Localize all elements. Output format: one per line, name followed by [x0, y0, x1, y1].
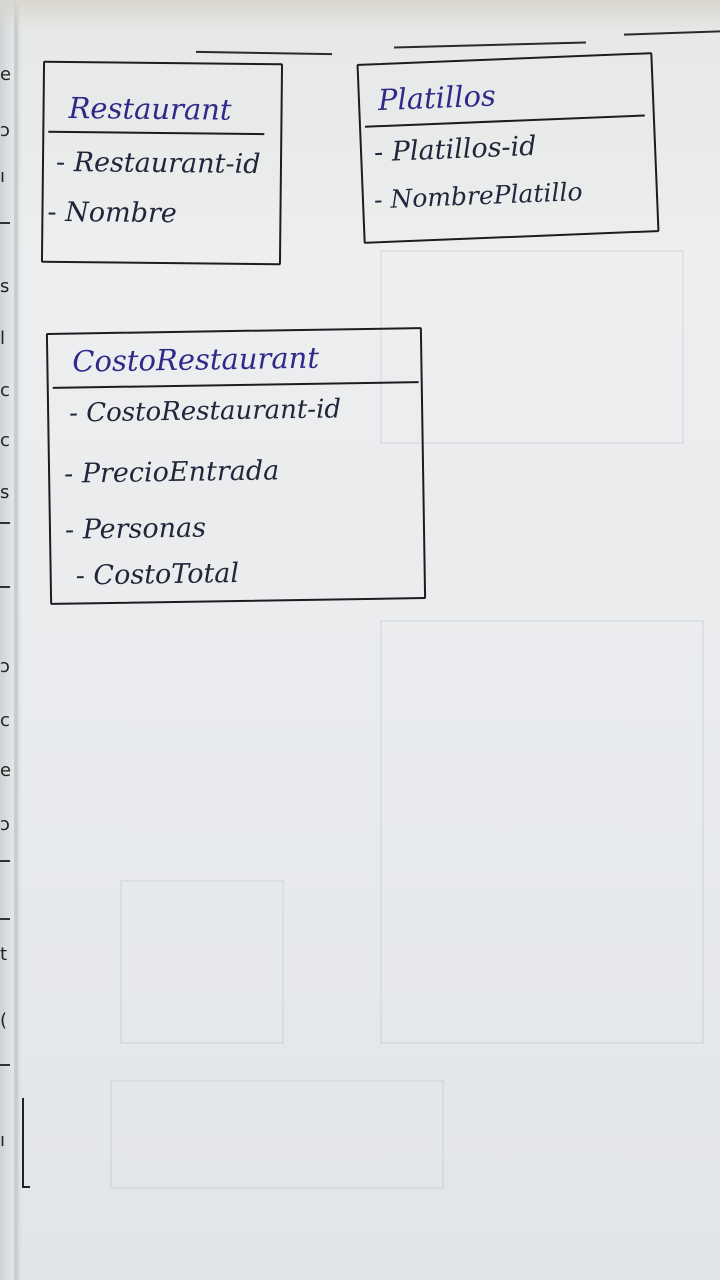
margin-dash	[0, 860, 10, 862]
margin-mark: e	[0, 760, 12, 781]
bleed-through-box	[120, 880, 284, 1044]
title-separator	[52, 381, 419, 389]
margin-mark: (	[0, 1010, 8, 1031]
attribute-label: PrecioEntrada	[81, 455, 280, 490]
margin-mark: c	[0, 430, 10, 451]
margin-mark: ɔ	[0, 656, 10, 677]
attribute-row: - CostoRestaurant-id	[69, 394, 341, 428]
margin-mark: e	[0, 64, 12, 85]
page-top-strip	[0, 0, 720, 30]
attribute-label: Platillos-id	[391, 130, 538, 168]
margin-mark: t	[0, 944, 8, 965]
attribute-label: NombrePlatillo	[389, 177, 583, 214]
margin-dash	[0, 522, 10, 524]
attribute-dash: -	[63, 458, 83, 490]
title-separator	[364, 114, 645, 128]
margin-mark: c	[0, 710, 10, 731]
entity-platillos: Platillos - Platillos-id - NombrePlatill…	[356, 52, 660, 244]
margin-bracket	[22, 1098, 30, 1188]
attribute-row: - Platillos-id	[373, 131, 537, 168]
attribute-row: - CostoTotal	[75, 558, 239, 592]
entity-title: Restaurant	[68, 91, 232, 127]
entity-title: CostoRestaurant	[72, 340, 320, 379]
attribute-row: - Restaurant-id	[56, 147, 261, 180]
margin-dash	[0, 586, 10, 588]
margin-dash	[0, 222, 10, 224]
margin-mark: ı	[0, 166, 6, 187]
margin-mark: s	[0, 482, 10, 503]
attribute-dash: -	[75, 560, 94, 592]
margin-dash	[0, 918, 10, 920]
bleed-through-box	[380, 250, 684, 444]
attribute-dash: -	[64, 514, 83, 546]
attribute-label: CostoTotal	[93, 557, 240, 592]
entity-costo-restaurant: CostoRestaurant - CostoRestaurant-id - P…	[45, 327, 427, 605]
attribute-dash: -	[47, 196, 66, 228]
attribute-dash: -	[373, 136, 393, 169]
bleed-through-box	[110, 1080, 444, 1189]
entity-title: Platillos	[377, 78, 497, 118]
attribute-row: - NombrePlatillo	[373, 177, 583, 214]
margin-mark: c	[0, 380, 10, 401]
attribute-row: - PrecioEntrada	[64, 455, 280, 489]
attribute-row: - Personas	[65, 512, 206, 545]
margin-mark: ɔ	[0, 814, 10, 835]
margin-mark: ı	[0, 1130, 6, 1151]
bleed-through-box	[380, 620, 704, 1044]
title-separator	[48, 130, 265, 136]
attribute-dash: -	[55, 146, 74, 179]
page-edge-shadow	[14, 0, 22, 1280]
margin-mark: s	[0, 276, 10, 297]
attribute-label: Nombre	[65, 196, 178, 230]
attribute-dash: -	[68, 398, 87, 429]
entity-restaurant: Restaurant - Restaurant-id - Nombre	[40, 60, 284, 266]
margin-mark: ɔ	[0, 120, 10, 141]
attribute-label: CostoRestaurant-id	[85, 394, 342, 429]
attribute-dash: -	[373, 184, 391, 215]
attribute-label: Restaurant-id	[73, 147, 261, 181]
attribute-row: - Nombre	[47, 197, 177, 229]
margin-mark: l	[0, 328, 6, 349]
attribute-label: Personas	[82, 512, 207, 546]
margin-dash	[0, 1064, 10, 1066]
